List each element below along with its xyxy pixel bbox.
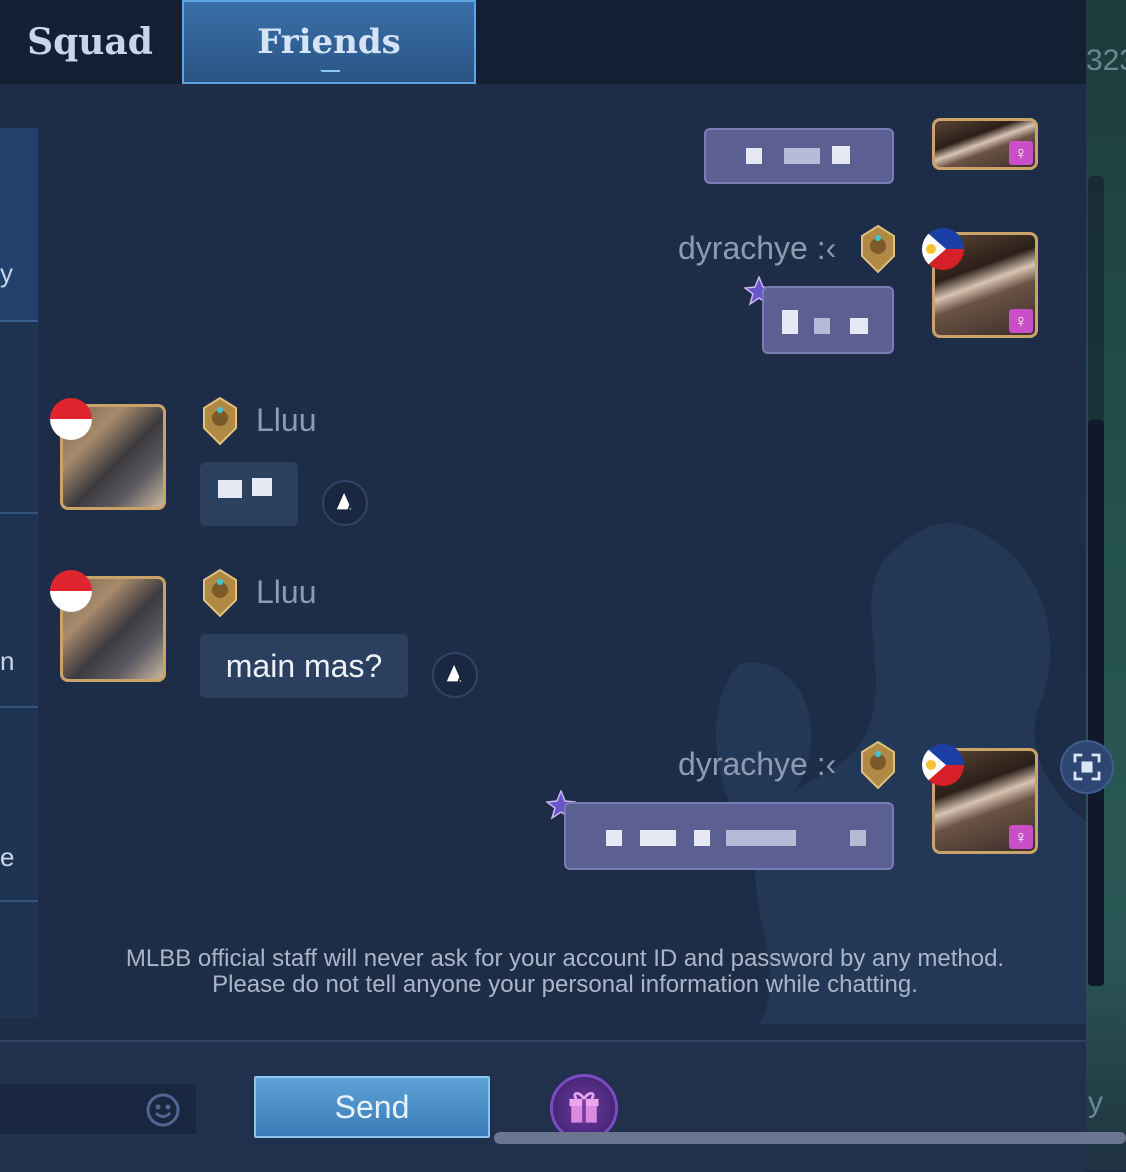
gender-female-icon: ♀ (1009, 309, 1033, 333)
message-bubble-me[interactable] (704, 128, 894, 184)
send-button[interactable]: Send (254, 1076, 490, 1138)
svg-text:A: A (347, 498, 356, 513)
flag-icon (50, 570, 92, 612)
translate-icon[interactable]: A (322, 480, 368, 526)
message-bubble-other[interactable]: main mas? (200, 634, 408, 698)
tab-friends-label: Friends (257, 22, 401, 62)
safety-notice: MLBB official staff will never ask for y… (125, 945, 1005, 998)
conversation-item-active[interactable] (0, 128, 38, 322)
flag-icon (922, 744, 964, 786)
sender-name: dyrachye :‹ (678, 746, 837, 782)
rank-badge-icon (203, 568, 237, 618)
conversation-list-strip[interactable]: y n e (0, 128, 38, 1018)
tab-friends[interactable]: Friends (182, 0, 476, 84)
gender-female-icon: ♀ (1009, 141, 1033, 165)
fullscreen-icon[interactable] (1060, 740, 1114, 794)
rank-badge-icon (203, 396, 237, 446)
divider (0, 706, 38, 708)
rank-badge-icon (861, 224, 895, 274)
conversation-fragment: n (0, 646, 15, 676)
conversation-fragment: y (0, 258, 13, 288)
translate-icon[interactable]: A (432, 652, 478, 698)
conversation-fragment: e (0, 842, 15, 872)
horizontal-scrollbar[interactable] (494, 1132, 1126, 1144)
svg-text:A: A (457, 670, 466, 685)
tab-squad[interactable]: Squad (0, 0, 180, 84)
message-bubble-me[interactable] (762, 286, 894, 354)
message-bubble-me[interactable] (564, 802, 894, 870)
active-tab-indicator (320, 70, 340, 80)
flag-icon (922, 228, 964, 270)
emoji-icon[interactable] (146, 1093, 180, 1127)
message-bubble-other[interactable] (200, 462, 298, 526)
scrollbar-thumb[interactable] (1088, 420, 1104, 986)
edge-number-fragment: 323 (1086, 44, 1126, 77)
flag-icon (50, 398, 92, 440)
gender-female-icon: ♀ (1009, 825, 1033, 849)
sender-name: Lluu (256, 574, 317, 610)
sender-name: Lluu (256, 402, 317, 438)
edge-letter-fragment: y (1088, 1086, 1103, 1119)
rank-badge-icon (861, 740, 895, 790)
divider (0, 512, 38, 514)
divider (0, 900, 38, 902)
avatar[interactable]: ♀ (932, 118, 1038, 170)
message-text: main mas? (225, 647, 383, 684)
sender-name: dyrachye :‹ (678, 230, 837, 266)
